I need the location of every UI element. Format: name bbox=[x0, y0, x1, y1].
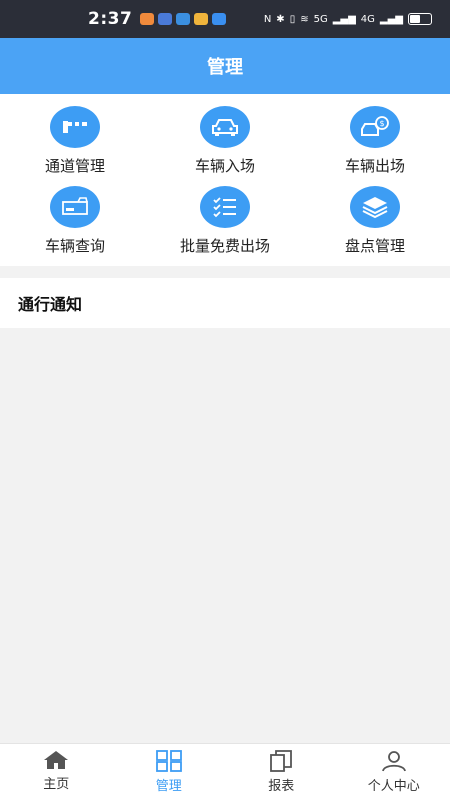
tab-reports[interactable]: 报表 bbox=[225, 744, 338, 800]
vibrate-icon: ▯ bbox=[289, 13, 296, 25]
layers-icon bbox=[362, 197, 388, 219]
barrier-gate-icon bbox=[63, 121, 87, 133]
gift-notification-icon bbox=[194, 13, 209, 25]
signal-icon-2: ▂▄▆ bbox=[379, 13, 403, 25]
home-icon bbox=[44, 751, 69, 769]
grid-item-label: 批量免费出场 bbox=[179, 237, 270, 255]
grid-item-label: 通道管理 bbox=[44, 157, 105, 175]
status-time: 2:37 bbox=[88, 9, 133, 29]
signal-4g-label: 4G bbox=[360, 13, 375, 25]
tab-label: 个人中心 bbox=[367, 779, 420, 794]
grid-item-label: 车辆入场 bbox=[194, 157, 255, 175]
notice-section: 通行通知 bbox=[0, 278, 450, 328]
grid-circle bbox=[200, 186, 250, 228]
grid-item-label: 车辆出场 bbox=[344, 157, 405, 175]
tab-management[interactable]: 管理 bbox=[113, 744, 226, 800]
checklist-icon bbox=[213, 197, 236, 218]
grid-item-label: 盘点管理 bbox=[344, 237, 405, 255]
function-grid: 通道管理 车辆入场 $ 车辆出场 车辆查询 批量免费出场 盘点管理 bbox=[0, 94, 450, 266]
bottom-tab-bar: 主页 管理 报表 个人中心 bbox=[0, 743, 450, 800]
vehicle-card-icon bbox=[62, 197, 88, 215]
bluetooth-icon: ✱ bbox=[276, 13, 285, 25]
tab-label: 报表 bbox=[268, 779, 295, 794]
notification-icons bbox=[140, 13, 227, 25]
grid-circle bbox=[50, 106, 100, 148]
tab-profile[interactable]: 个人中心 bbox=[338, 744, 450, 800]
grid-item-batch-free-exit[interactable]: 批量免费出场 bbox=[150, 186, 300, 266]
grid-item-vehicle-entry[interactable]: 车辆入场 bbox=[150, 106, 300, 186]
car-payment-icon: $ bbox=[361, 116, 389, 136]
signal-icon: ▂▄▆ bbox=[332, 13, 356, 25]
weather-notification-icon bbox=[176, 13, 191, 25]
battery-icon bbox=[408, 13, 432, 25]
nfc-icon: N bbox=[263, 13, 272, 25]
wifi-icon: ≋ bbox=[300, 13, 309, 25]
app-notification-icon bbox=[158, 13, 173, 25]
tab-home[interactable]: 主页 bbox=[0, 744, 113, 800]
system-icons: N ✱ ▯ ≋ 5G ▂▄▆ 4G ▂▄▆ bbox=[264, 13, 432, 25]
grid-circle bbox=[350, 186, 400, 228]
grid-circle bbox=[200, 106, 250, 148]
battery-fill bbox=[410, 15, 420, 23]
grid-circle bbox=[50, 186, 100, 228]
car-icon bbox=[212, 119, 238, 136]
notice-title: 通行通知 bbox=[18, 295, 83, 314]
grid-item-channel-management[interactable]: 通道管理 bbox=[0, 106, 150, 186]
tab-label: 主页 bbox=[43, 777, 70, 792]
cloud-notification-icon bbox=[212, 13, 227, 25]
page-header: 管理 bbox=[0, 38, 450, 94]
grid-circle: $ bbox=[350, 106, 400, 148]
tab-label: 管理 bbox=[155, 779, 182, 794]
page-title: 管理 bbox=[207, 57, 243, 78]
grid-icon bbox=[155, 750, 182, 772]
grid-item-vehicle-query[interactable]: 车辆查询 bbox=[0, 186, 150, 266]
grid-item-vehicle-exit[interactable]: $ 车辆出场 bbox=[300, 106, 450, 186]
svg-text:$: $ bbox=[379, 119, 384, 128]
report-icon bbox=[270, 750, 293, 772]
grid-item-inventory-management[interactable]: 盘点管理 bbox=[300, 186, 450, 266]
signal-5g-label: 5G bbox=[313, 13, 328, 25]
user-icon bbox=[381, 751, 406, 772]
status-bar: 2:37 N ✱ ▯ ≋ 5G ▂▄▆ 4G ▂▄▆ bbox=[0, 0, 450, 38]
chat-notification-icon bbox=[140, 13, 155, 25]
grid-item-label: 车辆查询 bbox=[44, 237, 105, 255]
